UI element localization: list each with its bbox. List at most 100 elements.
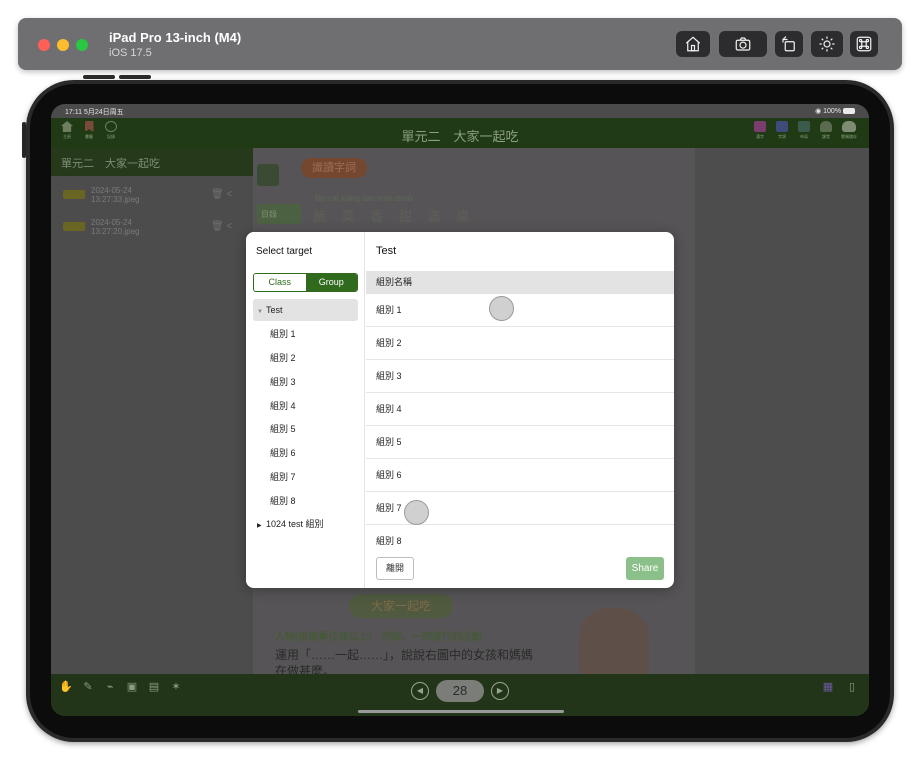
navigation-bar: 主頁 書籤 記錄 單元二 大家一起吃 漢字 字詞 布局 課堂 雲端儲存 — [51, 118, 869, 148]
notes-panel-title: 單元二 大家一起吃 — [51, 148, 253, 176]
notes-panel: 單元二 大家一起吃 2024-05-24 13:27:33.jpeg 🗑 < 2… — [51, 148, 253, 702]
book-line: 運用「……一起……」，說說右圖中的女孩和媽媽 — [275, 648, 534, 662]
dialog-right-title: Test — [376, 245, 397, 257]
table-row[interactable]: 組別 8 — [366, 525, 674, 558]
previous-page-button[interactable]: ◀ — [411, 682, 429, 700]
light-icon[interactable]: ✶ — [169, 680, 183, 696]
brightness-icon — [819, 36, 835, 52]
pen-icon[interactable]: ✎ — [81, 680, 95, 696]
touch-indicator — [489, 296, 514, 321]
group-icon — [820, 121, 832, 132]
tree-item[interactable]: 組別 7 — [253, 466, 358, 488]
leave-button[interactable]: 離開 — [376, 557, 414, 580]
target-tree-panel: Select target Class Group ▼ Test 組別 1 組別 … — [246, 232, 365, 588]
tree-item[interactable]: 組別 6 — [253, 442, 358, 464]
screenshot-icon — [735, 37, 751, 51]
rotate-icon — [782, 36, 795, 52]
dictionary-nav-button[interactable]: 字詞 — [774, 121, 790, 141]
tree-item[interactable]: 組別 1 — [253, 323, 358, 345]
right-margin — [695, 148, 869, 674]
chinese-icon — [754, 121, 766, 132]
status-bar: 17:11 5月24日周五 ◉ 100% — [51, 104, 869, 118]
contents-tab[interactable]: 目錄 — [257, 204, 301, 224]
class-segment[interactable]: Class — [254, 274, 306, 291]
os-version: iOS 17.5 — [109, 47, 152, 59]
column-header: 組別名稱 — [366, 271, 674, 294]
file-badge — [63, 190, 85, 199]
tree-item-test[interactable]: ▼ Test — [253, 299, 358, 321]
volume-up-button — [83, 75, 115, 79]
nav-title: 單元二 大家一起吃 — [401, 129, 519, 144]
device-name: iPad Pro 13-inch (M4) — [109, 30, 242, 45]
command-icon — [856, 36, 872, 52]
target-type-segmented-control: Class Group — [253, 273, 358, 292]
volume-down-button — [119, 75, 151, 79]
tree-item[interactable]: 組別 8 — [253, 490, 358, 512]
table-row[interactable]: 組別 3 — [366, 360, 674, 393]
share-icon[interactable]: < — [226, 221, 232, 232]
next-page-button[interactable]: ▶ — [491, 682, 509, 700]
table-row[interactable]: 組別 4 — [366, 393, 674, 426]
panel-icon[interactable]: ▯ — [845, 680, 859, 696]
close-window-button[interactable] — [38, 39, 50, 51]
tree-item-other-group[interactable]: ▶ 1024 test 組別 — [253, 513, 358, 535]
share-icon[interactable]: < — [226, 189, 232, 200]
table-row[interactable]: 組別 2 — [366, 327, 674, 360]
touch-indicator — [404, 500, 429, 525]
table-row[interactable]: 組別 6 — [366, 459, 674, 492]
table-row[interactable]: 組別 1 — [366, 294, 674, 327]
wifi-icon: ◉ — [815, 108, 824, 115]
screenshot-button[interactable] — [719, 31, 767, 57]
cloud-nav-button[interactable]: 雲端儲存 — [841, 121, 857, 141]
keyboard-button[interactable] — [850, 31, 878, 57]
camera-icon[interactable]: ▣ — [125, 680, 139, 696]
home-button[interactable] — [676, 31, 710, 57]
hand-icon[interactable]: ✋ — [59, 680, 73, 696]
status-time: 17:11 5月24日周五 — [65, 109, 124, 116]
tree-item[interactable]: 組別 4 — [253, 395, 358, 417]
cloud-icon — [842, 121, 856, 132]
dictionary-icon — [776, 121, 788, 132]
section-banner: 識讀字詞 — [301, 158, 367, 178]
battery-status: ◉ 100% — [815, 107, 855, 115]
dialog-left-title: Select target — [256, 246, 313, 257]
bottom-toolbar: ✋ ✎ ⌁ ▣ ▤ ✶ ◀ 28 ▶ ▦ ▯ — [51, 674, 869, 716]
chevron-right-icon: ▶ — [496, 686, 504, 695]
simulator-title-bar: iPad Pro 13-inch (M4) iOS 17.5 — [18, 18, 902, 70]
list-item[interactable]: 2024-05-24 13:27:20.jpeg 🗑 < — [51, 216, 253, 238]
trash-icon[interactable]: 🗑 — [211, 189, 224, 200]
group-segment[interactable]: Group — [305, 274, 357, 291]
vocab-characters: 飯 菜 香 甜 滿 桌 — [313, 209, 476, 224]
table-row[interactable]: 組別 5 — [366, 426, 674, 459]
home-indicator — [358, 710, 564, 713]
tree-item[interactable]: 組別 2 — [253, 347, 358, 369]
clip-icon[interactable]: ⌁ — [103, 680, 117, 696]
chinese-nav-button[interactable]: 漢字 — [752, 121, 768, 141]
group-list-panel: Test 組別名稱 組別 1 組別 2 組別 3 組別 4 組別 5 組別 6 … — [366, 232, 674, 588]
minimize-window-button[interactable] — [57, 39, 69, 51]
brightness-button[interactable] — [811, 31, 843, 57]
home-icon — [685, 36, 701, 52]
chapter-label: 大家一起吃 — [349, 594, 453, 618]
share-button[interactable]: Share — [626, 557, 664, 580]
ipad-screen: 17:11 5月24日周五 ◉ 100% 主頁 書籤 記錄 單元二 大家一起吃 … — [51, 104, 869, 716]
battery-icon — [843, 108, 855, 115]
trash-icon[interactable]: 🗑 — [211, 221, 224, 232]
pinyin-line: fàn cài xiāng tián mǎn zhuō — [315, 194, 413, 203]
group-nav-button[interactable]: 課堂 — [818, 121, 834, 141]
chevron-right-icon: ▶ — [257, 523, 262, 529]
book-nav-button[interactable]: 布局 — [796, 121, 812, 141]
list-item[interactable]: 2024-05-24 13:27:33.jpeg 🗑 < — [51, 184, 253, 206]
file-badge — [63, 222, 85, 231]
layers-icon[interactable]: ▦ — [821, 680, 835, 696]
chevron-left-icon: ◀ — [416, 686, 424, 695]
rotate-button[interactable] — [775, 31, 803, 57]
page-number[interactable]: 28 — [436, 680, 484, 702]
book-line: 人物(兩個單位或以上) 同做。一同進行的活動 — [275, 632, 482, 643]
tree-item[interactable]: 組別 5 — [253, 418, 358, 440]
notes-icon[interactable]: ▤ — [147, 680, 161, 696]
menu-icon[interactable] — [257, 164, 279, 186]
zoom-window-button[interactable] — [76, 39, 88, 51]
tree-item[interactable]: 組別 3 — [253, 371, 358, 393]
chevron-down-icon: ▼ — [257, 309, 263, 315]
